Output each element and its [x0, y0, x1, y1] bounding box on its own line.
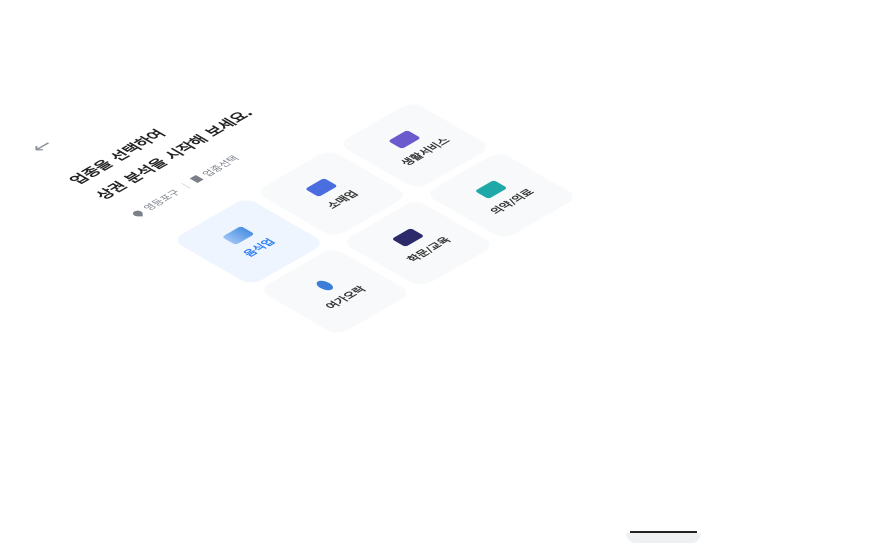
- divider: [180, 182, 190, 189]
- industry-selection-panel: ← 업종을 선택하여 상권 분석을 시작해 보세요. 영등포구 업종선택 음식업…: [7, 6, 613, 356]
- arrow-left-icon: ←: [23, 135, 60, 157]
- location-label: 영등포구: [142, 188, 184, 213]
- wallet-icon: [304, 178, 338, 197]
- location-pin-icon: [132, 210, 143, 217]
- fork-knife-icon: [221, 226, 255, 245]
- book-icon: [189, 175, 204, 184]
- microphone-icon: [313, 279, 337, 292]
- graduation-cap-icon: [391, 228, 425, 247]
- service-icon: [388, 130, 421, 149]
- back-button[interactable]: ←: [21, 134, 63, 158]
- home-indicator: [630, 531, 697, 533]
- hospital-icon: [474, 180, 508, 199]
- page-title: 업종을 선택하여 상권 분석을 시작해 보세요.: [61, 88, 263, 205]
- step-label: 업종선택: [200, 154, 243, 179]
